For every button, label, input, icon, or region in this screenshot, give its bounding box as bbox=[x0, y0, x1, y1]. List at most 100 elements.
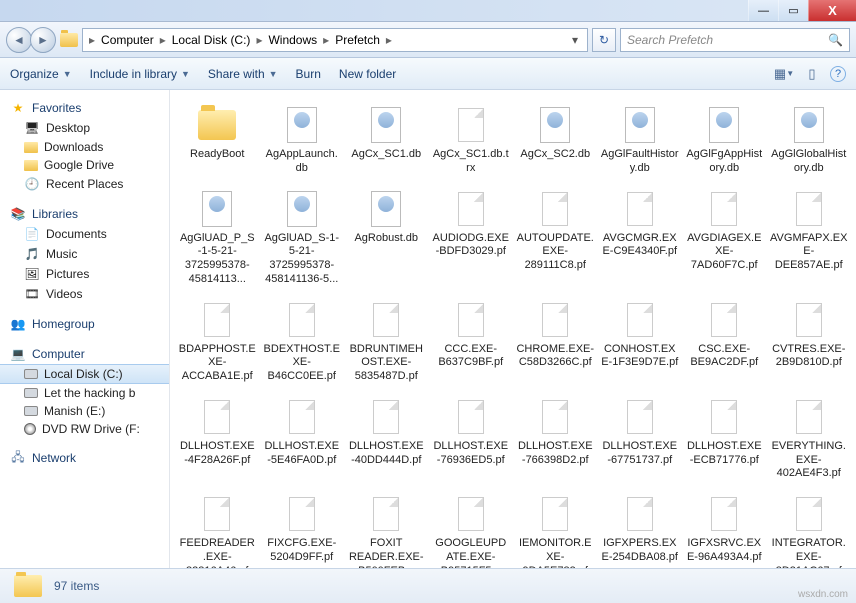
file-item[interactable]: CHROME.EXE-C58D3266C.pf bbox=[514, 297, 597, 386]
preview-pane-button[interactable]: ▯ bbox=[802, 64, 822, 84]
chevron-down-icon: ▼ bbox=[63, 69, 72, 79]
file-item[interactable]: CONHOST.EXE-1F3E9D7E.pf bbox=[599, 297, 682, 386]
include-in-library-menu[interactable]: Include in library▼ bbox=[90, 67, 190, 81]
new-folder-button[interactable]: New folder bbox=[339, 67, 396, 81]
sidebar-item-google-drive[interactable]: Google Drive bbox=[0, 156, 169, 174]
pf-icon bbox=[450, 188, 492, 230]
pictures-icon: 🖼 bbox=[24, 266, 40, 282]
file-item[interactable]: AgGlFgAppHistory.db bbox=[683, 102, 766, 178]
chevron-right-icon[interactable]: ▸ bbox=[254, 33, 264, 47]
file-item[interactable]: BDAPPHOST.EXE-ACCABA1E.pf bbox=[176, 297, 259, 386]
view-options-button[interactable]: ▦▼ bbox=[774, 64, 794, 84]
file-item[interactable]: CCC.EXE-B637C9BF.pf bbox=[430, 297, 513, 386]
file-item[interactable]: IEMONITOR.EXE-9DA5E783.pf bbox=[514, 491, 597, 568]
back-button[interactable]: ◄ bbox=[6, 27, 32, 53]
file-item[interactable]: AgRobust.db bbox=[345, 186, 428, 289]
file-item[interactable]: AgCx_SC2.db bbox=[514, 102, 597, 178]
file-item[interactable]: AgCx_SC1.db bbox=[345, 102, 428, 178]
file-name: ReadyBoot bbox=[190, 148, 244, 162]
file-item[interactable]: DLLHOST.EXE-76936ED5.pf bbox=[430, 394, 513, 483]
address-bar[interactable]: ▸ Computer ▸ Local Disk (C:) ▸ Windows ▸… bbox=[82, 28, 588, 52]
maximize-button[interactable]: ▭ bbox=[778, 0, 808, 21]
sidebar-item-dvd-drive[interactable]: DVD RW Drive (F: bbox=[0, 420, 169, 438]
sidebar-item-videos[interactable]: 🎞Videos bbox=[0, 284, 169, 304]
homegroup-header[interactable]: 👥Homegroup bbox=[0, 314, 169, 334]
pf-icon bbox=[196, 396, 238, 438]
organize-menu[interactable]: Organize▼ bbox=[10, 67, 72, 81]
sidebar-item-desktop[interactable]: 🖥Desktop bbox=[0, 118, 169, 138]
file-item[interactable]: DLLHOST.EXE-766398D2.pf bbox=[514, 394, 597, 483]
address-dropdown-icon[interactable]: ▾ bbox=[567, 33, 583, 47]
chevron-right-icon[interactable]: ▸ bbox=[384, 33, 394, 47]
db-icon bbox=[196, 188, 238, 230]
file-item[interactable]: FOXIT READER.EXE-B500FEB... bbox=[345, 491, 428, 568]
file-item[interactable]: GOOGLEUPDATE.EXE-B95715F5.p bbox=[430, 491, 513, 568]
chevron-right-icon[interactable]: ▸ bbox=[158, 33, 168, 47]
file-item[interactable]: DLLHOST.EXE-40DD444D.pf bbox=[345, 394, 428, 483]
sidebar-item-pictures[interactable]: 🖼Pictures bbox=[0, 264, 169, 284]
file-item[interactable]: BDRUNTIMEHOST.EXE-5835487D.pf bbox=[345, 297, 428, 386]
file-item[interactable]: DLLHOST.EXE-5E46FA0D.pf bbox=[261, 394, 344, 483]
file-item[interactable]: FEEDREADER.EXE-82816A46.pf bbox=[176, 491, 259, 568]
file-item[interactable]: BDEXTHOST.EXE-B46CC0EE.pf bbox=[261, 297, 344, 386]
pf-icon bbox=[365, 493, 407, 535]
file-name: DLLHOST.EXE-766398D2.pf bbox=[516, 440, 594, 468]
file-item[interactable]: DLLHOST.EXE-4F28A26F.pf bbox=[176, 394, 259, 483]
file-item[interactable]: AgGlUAD_P_S-1-5-21-3725995378-45814113..… bbox=[176, 186, 259, 289]
network-header[interactable]: 🖧Network bbox=[0, 448, 169, 468]
close-button[interactable]: X bbox=[808, 0, 856, 21]
sidebar-item-local-disk-c[interactable]: Local Disk (C:) bbox=[0, 364, 169, 384]
burn-button[interactable]: Burn bbox=[296, 67, 321, 81]
file-item[interactable]: INTEGRATOR.EXE-8D31AC67.pf bbox=[768, 491, 851, 568]
breadcrumb[interactable]: Prefetch bbox=[331, 33, 384, 47]
breadcrumb[interactable]: Computer bbox=[97, 33, 158, 47]
sidebar-item-documents[interactable]: 📄Documents bbox=[0, 224, 169, 244]
pf-icon bbox=[703, 299, 745, 341]
chevron-right-icon[interactable]: ▸ bbox=[87, 33, 97, 47]
chevron-right-icon[interactable]: ▸ bbox=[321, 33, 331, 47]
minimize-button[interactable]: — bbox=[748, 0, 778, 21]
file-item[interactable]: CSC.EXE-BE9AC2DF.pf bbox=[683, 297, 766, 386]
file-name: DLLHOST.EXE-40DD444D.pf bbox=[347, 440, 425, 468]
file-item[interactable]: ReadyBoot bbox=[176, 102, 259, 178]
sidebar-item-drive[interactable]: Manish (E:) bbox=[0, 402, 169, 420]
share-with-menu[interactable]: Share with▼ bbox=[208, 67, 278, 81]
file-item[interactable]: AgGlFaultHistory.db bbox=[599, 102, 682, 178]
libraries-header[interactable]: 📚Libraries bbox=[0, 204, 169, 224]
search-input[interactable]: Search Prefetch 🔍 bbox=[620, 28, 850, 52]
file-item[interactable]: EVERYTHING.EXE-402AE4F3.pf bbox=[768, 394, 851, 483]
file-item[interactable]: CVTRES.EXE-2B9D810D.pf bbox=[768, 297, 851, 386]
computer-header[interactable]: 💻Computer bbox=[0, 344, 169, 364]
favorites-header[interactable]: ★Favorites bbox=[0, 98, 169, 118]
file-item[interactable]: IGFXPERS.EXE-254DBA08.pf bbox=[599, 491, 682, 568]
breadcrumb[interactable]: Windows bbox=[264, 33, 321, 47]
file-list[interactable]: ReadyBootAgAppLaunch.dbAgCx_SC1.dbAgCx_S… bbox=[170, 90, 856, 568]
file-name: IEMONITOR.EXE-9DA5E783.pf bbox=[516, 537, 594, 568]
file-item[interactable]: AVGCMGR.EXE-C9E4340F.pf bbox=[599, 186, 682, 289]
watermark: wsxdn.com bbox=[798, 589, 848, 600]
file-item[interactable]: DLLHOST.EXE-67751737.pf bbox=[599, 394, 682, 483]
file-item[interactable]: AgGlUAD_S-1-5-21-3725995378-458141136-5.… bbox=[261, 186, 344, 289]
help-button[interactable]: ? bbox=[830, 66, 846, 82]
refresh-button[interactable]: ↻ bbox=[592, 28, 616, 52]
breadcrumb[interactable]: Local Disk (C:) bbox=[168, 33, 255, 47]
file-item[interactable]: DLLHOST.EXE-ECB71776.pf bbox=[683, 394, 766, 483]
file-item[interactable]: AgAppLaunch.db bbox=[261, 102, 344, 178]
forward-button[interactable]: ► bbox=[30, 27, 56, 53]
file-item[interactable]: IGFXSRVC.EXE-96A493A4.pf bbox=[683, 491, 766, 568]
sidebar-item-downloads[interactable]: Downloads bbox=[0, 138, 169, 156]
pf-icon bbox=[703, 396, 745, 438]
file-item[interactable]: AVGMFAPX.EXE-DEE857AE.pf bbox=[768, 186, 851, 289]
file-item[interactable]: FIXCFG.EXE-5204D9FF.pf bbox=[261, 491, 344, 568]
file-item[interactable]: AVGDIAGEX.EXE-7AD60F7C.pf bbox=[683, 186, 766, 289]
sidebar-item-recent-places[interactable]: 🕘Recent Places bbox=[0, 174, 169, 194]
file-item[interactable]: AgGlGlobalHistory.db bbox=[768, 102, 851, 178]
file-item[interactable]: AUDIODG.EXE-BDFD3029.pf bbox=[430, 186, 513, 289]
sidebar-item-music[interactable]: 🎵Music bbox=[0, 244, 169, 264]
pf-icon bbox=[788, 493, 830, 535]
file-item[interactable]: AUTOUPDATE.EXE-289111C8.pf bbox=[514, 186, 597, 289]
file-name: DLLHOST.EXE-67751737.pf bbox=[601, 440, 679, 468]
computer-icon: 💻 bbox=[10, 346, 26, 362]
sidebar-item-drive[interactable]: Let the hacking b bbox=[0, 384, 169, 402]
file-item[interactable]: AgCx_SC1.db.trx bbox=[430, 102, 513, 178]
